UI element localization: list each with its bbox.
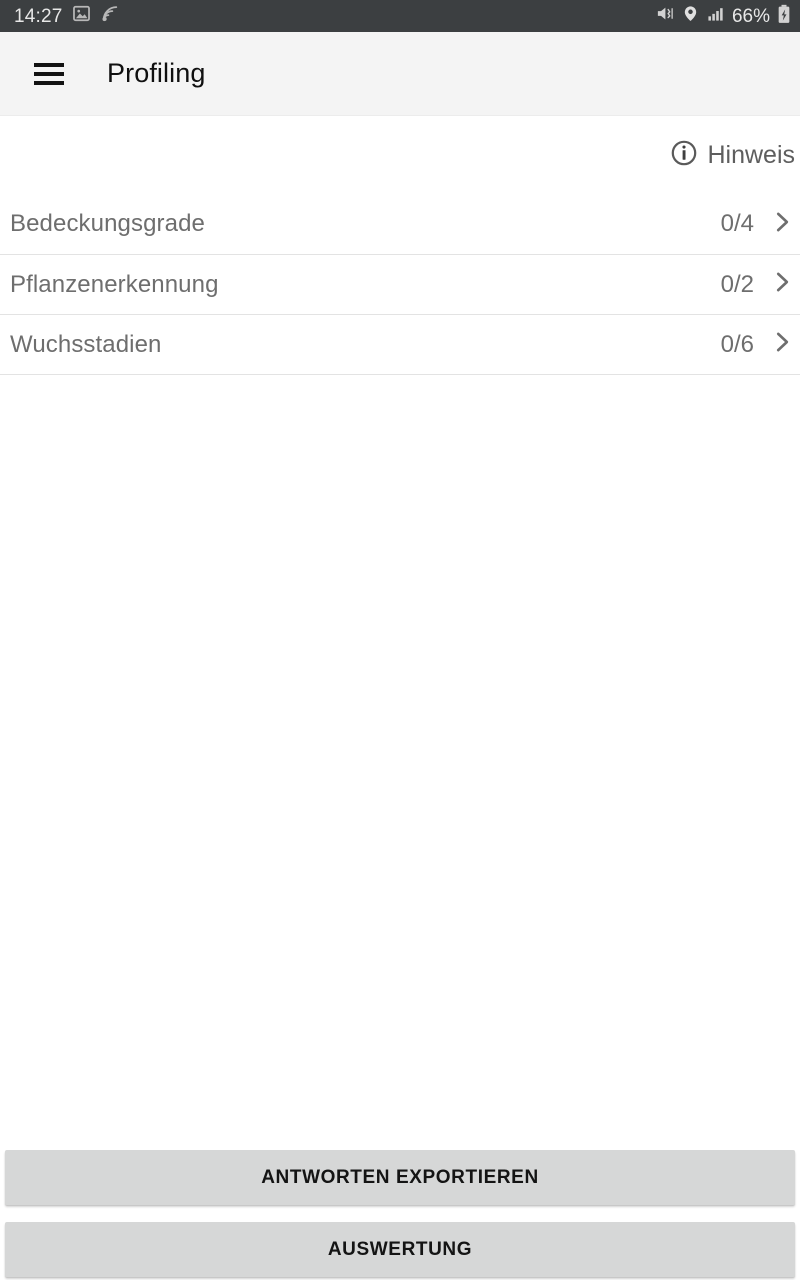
list-item-label: Wuchsstadien	[10, 330, 162, 358]
list-item-count: 0/2	[720, 270, 754, 298]
app-root: 14:27 66% Profiling Hinweis Bedeckungsgr…	[0, 0, 800, 1280]
signal-bars-icon	[706, 5, 725, 27]
profiling-list: Bedeckungsgrade 0/4 Pflanzenerkennung 0/…	[0, 194, 800, 375]
chevron-right-icon[interactable]	[769, 207, 795, 242]
hamburger-bar-2	[34, 71, 64, 76]
list-item[interactable]: Bedeckungsgrade 0/4	[0, 194, 800, 254]
app-bar: Profiling	[0, 32, 800, 116]
list-item-label: Pflanzenerkennung	[10, 270, 219, 298]
list-item[interactable]: Pflanzenerkennung 0/2	[0, 254, 800, 314]
list-item-count: 0/4	[720, 210, 754, 237]
hamburger-menu-icon[interactable]	[34, 62, 64, 85]
chevron-right-icon[interactable]	[769, 327, 795, 362]
list-item[interactable]: Wuchsstadien 0/6	[0, 314, 800, 374]
cast-icon	[100, 4, 120, 28]
list-item-label: Bedeckungsgrade	[10, 210, 205, 237]
status-bar: 14:27 66%	[0, 0, 800, 32]
page-title: Profiling	[107, 58, 206, 88]
status-time: 14:27	[14, 5, 63, 27]
hinweis-label: Hinweis	[707, 140, 795, 169]
evaluation-button[interactable]: AUSWERTUNG	[5, 1222, 795, 1277]
list-item-count: 0/6	[720, 330, 754, 358]
content-empty-area	[0, 375, 800, 1150]
hint-row: Hinweis	[0, 116, 800, 194]
mute-vibrate-icon	[655, 4, 675, 28]
chevron-right-icon[interactable]	[769, 267, 795, 302]
battery-percent-label: 66%	[731, 5, 770, 27]
photo-icon	[72, 4, 91, 28]
battery-charging-icon	[777, 4, 791, 29]
status-bar-left: 14:27	[14, 4, 120, 28]
location-pin-icon	[682, 4, 699, 28]
hamburger-bar-1	[34, 62, 64, 67]
hamburger-bar-3	[34, 80, 64, 85]
info-circle-icon	[670, 139, 698, 172]
status-bar-right: 66%	[655, 4, 791, 29]
bottom-action-bar: ANTWORTEN EXPORTIEREN AUSWERTUNG	[0, 1150, 800, 1280]
export-answers-button[interactable]: ANTWORTEN EXPORTIEREN	[5, 1150, 795, 1205]
hinweis-button[interactable]: Hinweis	[670, 139, 795, 172]
